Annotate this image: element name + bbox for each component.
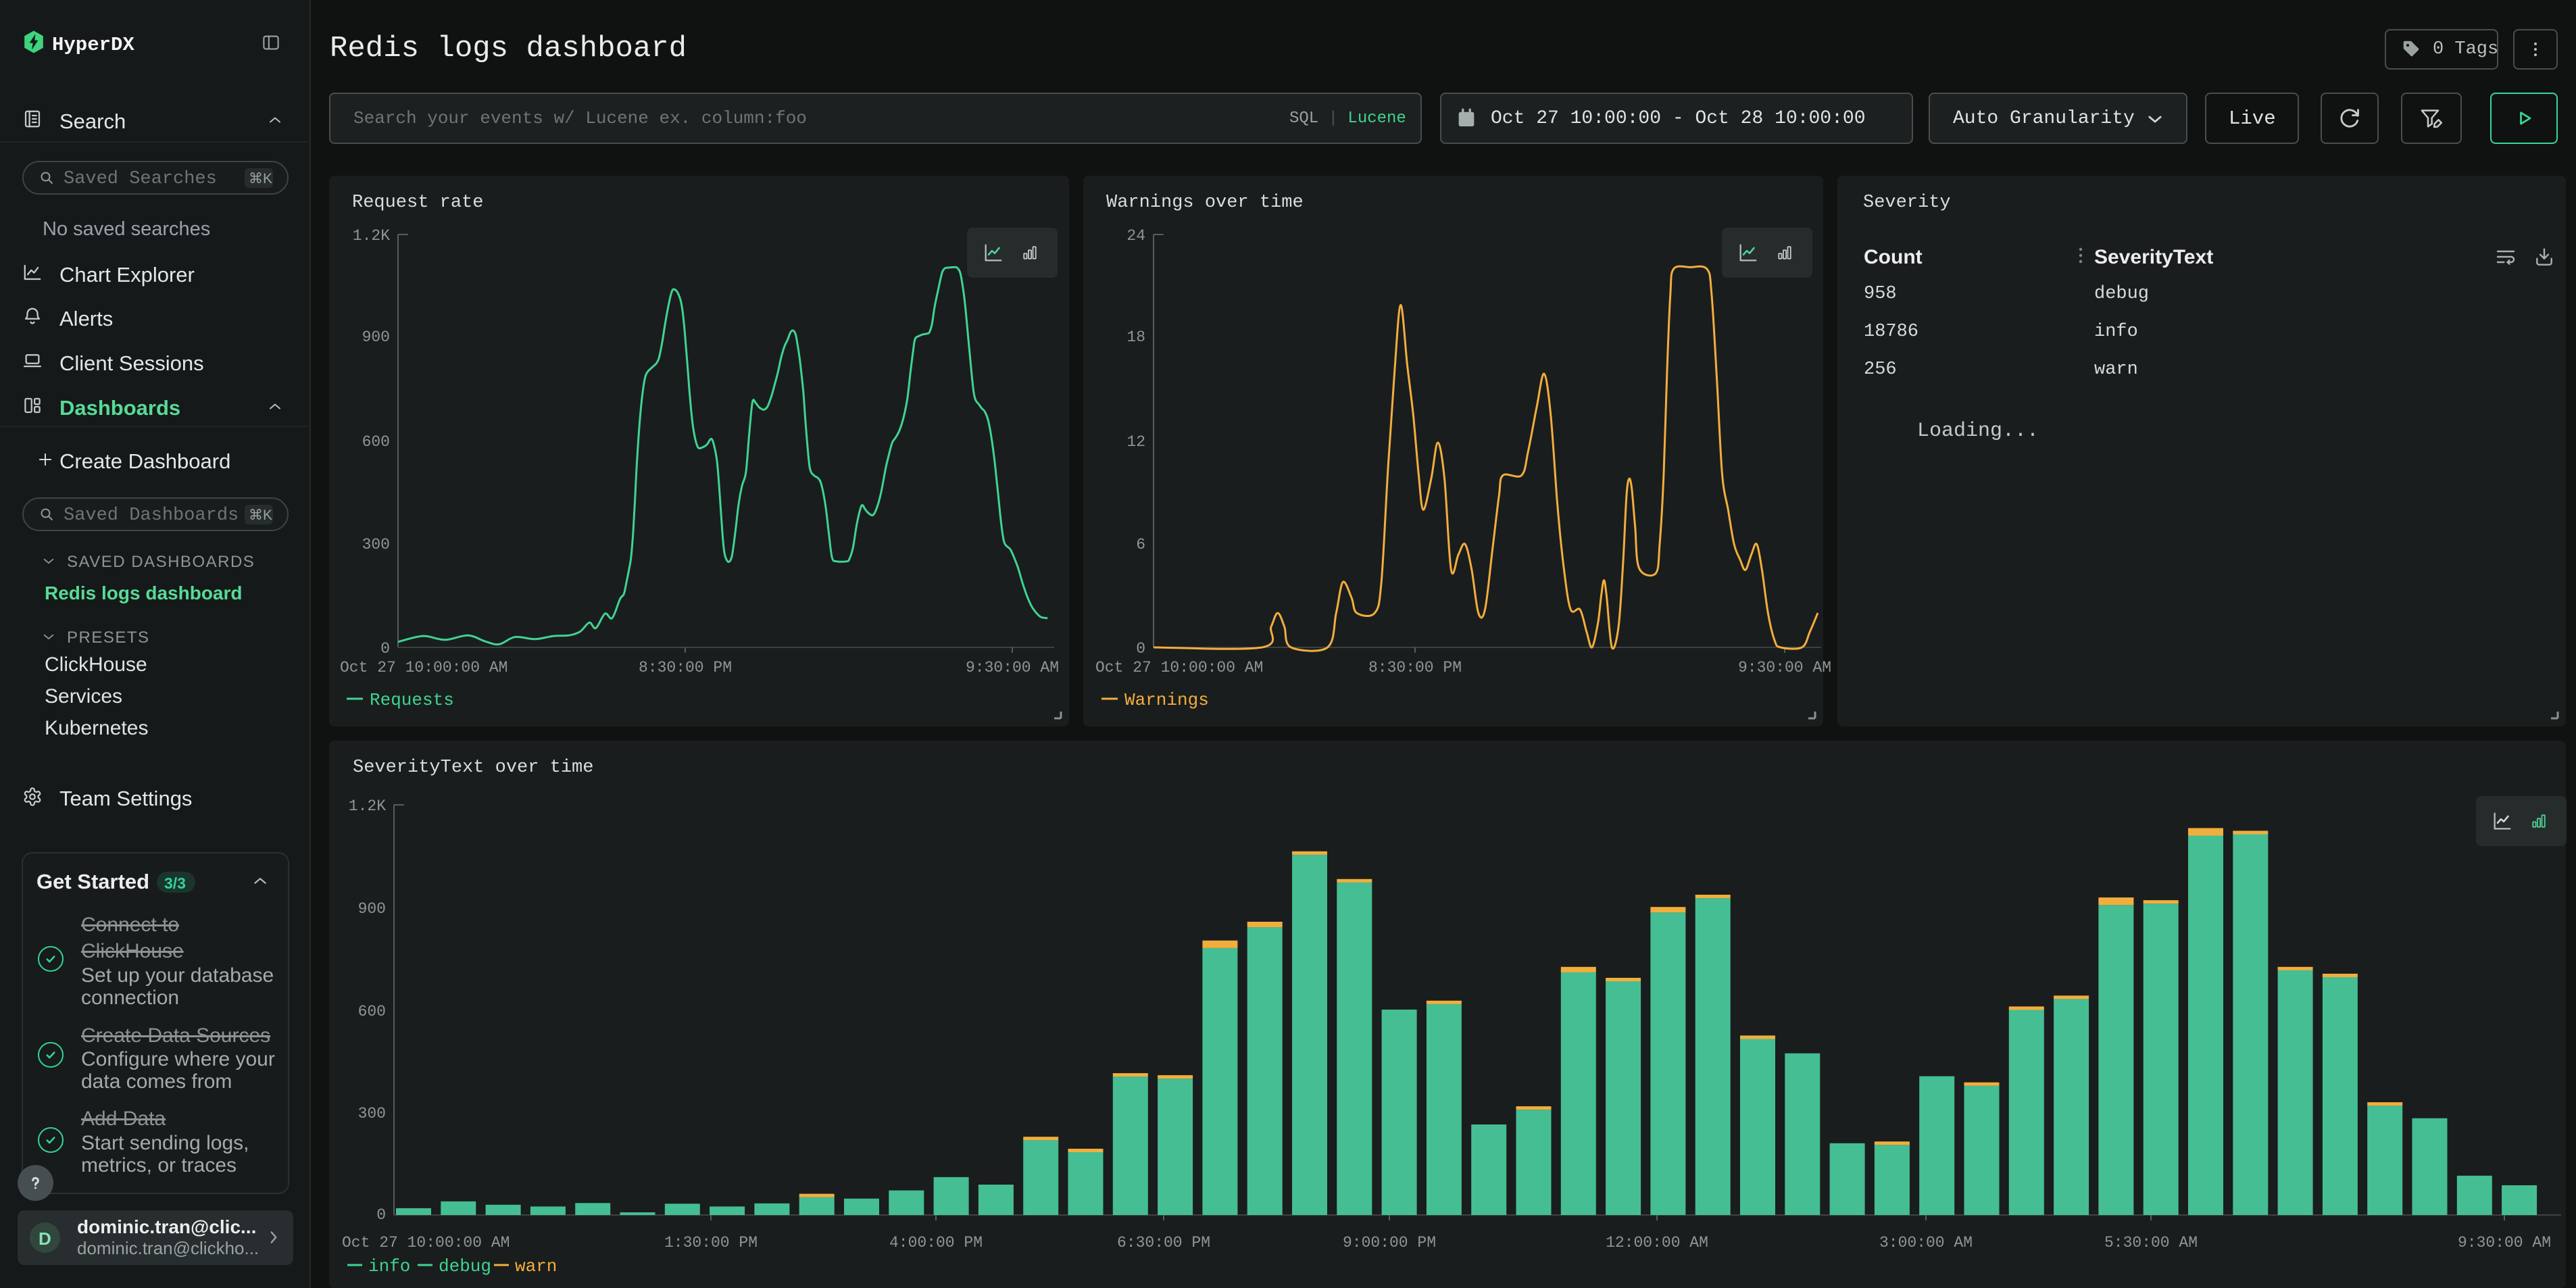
svg-text:1:30:00 PM: 1:30:00 PM: [664, 1234, 758, 1252]
svg-text:6:30:00 PM: 6:30:00 PM: [1117, 1234, 1210, 1252]
svg-text:Warnings: Warnings: [1124, 690, 1209, 710]
svg-text:600: 600: [358, 1003, 386, 1020]
svg-text:info: info: [368, 1256, 410, 1277]
svg-text:900: 900: [362, 328, 390, 346]
svg-text:1.2K: 1.2K: [353, 227, 390, 245]
svg-text:Requests: Requests: [370, 690, 454, 710]
svg-text:9:30:00 AM: 9:30:00 AM: [1738, 659, 1831, 676]
svg-text:warn: warn: [515, 1256, 557, 1277]
svg-text:12:00:00 AM: 12:00:00 AM: [1606, 1234, 1708, 1252]
svg-text:debug: debug: [439, 1256, 491, 1277]
svg-text:24: 24: [1126, 227, 1145, 245]
svg-text:Oct 27 10:00:00 AM: Oct 27 10:00:00 AM: [1095, 659, 1263, 676]
svg-text:9:30:00 AM: 9:30:00 AM: [966, 659, 1059, 676]
svg-text:5:30:00 AM: 5:30:00 AM: [2104, 1234, 2198, 1252]
svg-text:9:30:00 AM: 9:30:00 AM: [2458, 1234, 2551, 1252]
svg-text:Oct 27 10:00:00 AM: Oct 27 10:00:00 AM: [342, 1234, 510, 1252]
svg-text:0: 0: [376, 1206, 386, 1224]
svg-text:8:30:00 PM: 8:30:00 PM: [639, 659, 732, 676]
svg-text:4:00:00 PM: 4:00:00 PM: [889, 1234, 983, 1252]
svg-text:8:30:00 PM: 8:30:00 PM: [1368, 659, 1462, 676]
svg-text:900: 900: [358, 900, 386, 918]
svg-text:12: 12: [1126, 433, 1145, 451]
svg-text:6: 6: [1136, 536, 1145, 553]
svg-text:300: 300: [358, 1105, 386, 1122]
svg-text:9:00:00 PM: 9:00:00 PM: [1343, 1234, 1436, 1252]
svg-text:Oct 27 10:00:00 AM: Oct 27 10:00:00 AM: [340, 659, 507, 676]
svg-text:0: 0: [1136, 640, 1145, 658]
svg-text:3:00:00 AM: 3:00:00 AM: [1879, 1234, 1973, 1252]
svg-text:0: 0: [380, 640, 390, 658]
svg-text:600: 600: [362, 433, 390, 451]
svg-text:1.2K: 1.2K: [349, 797, 386, 815]
svg-text:18: 18: [1126, 328, 1145, 346]
svg-text:300: 300: [362, 536, 390, 553]
